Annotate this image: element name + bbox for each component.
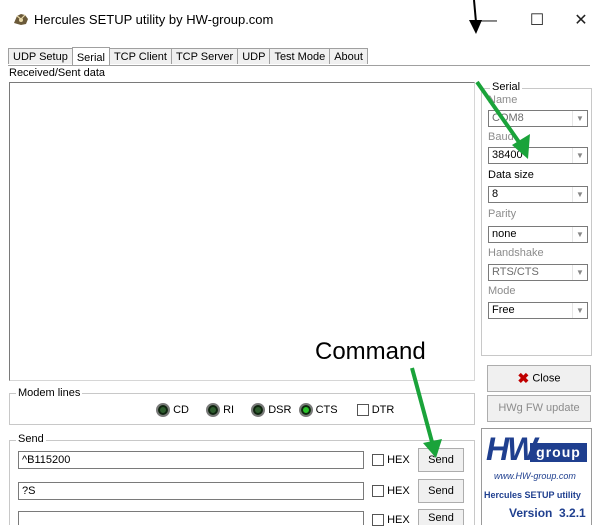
hercules-app-icon <box>14 14 28 25</box>
minimize-button[interactable]: — <box>466 8 512 34</box>
hex-option-2[interactable]: HEX <box>372 485 410 498</box>
send-button-2[interactable]: Send <box>418 479 464 503</box>
ri-label: RI <box>223 403 235 416</box>
close-window-button[interactable]: ✕ <box>558 8 597 34</box>
tab-bar: UDP Setup Serial TCP Client TCP Server UDP Te… <box>8 46 368 65</box>
received-sent-textarea[interactable] <box>9 82 475 381</box>
tab-divider <box>8 65 590 66</box>
send-button-1[interactable]: Send <box>418 448 464 472</box>
tab-udp[interactable]: UDP <box>237 48 271 64</box>
chevron-down-icon: ▼ <box>572 187 587 202</box>
hwg-logo-panel[interactable]: HW group www.HW-group.com Hercules SETUP… <box>481 428 592 525</box>
product-name: Hercules SETUP utility <box>484 490 581 500</box>
mode-combo[interactable]: Free ▼ <box>488 302 588 319</box>
command-annotation: Command <box>315 338 426 365</box>
tab-serial[interactable]: Serial <box>71 47 110 65</box>
cts-led-icon <box>298 403 313 417</box>
baud-combo[interactable]: 38400 ▼ <box>488 147 588 164</box>
parity-label: Parity <box>488 208 517 220</box>
send-button-3[interactable]: Send <box>418 509 464 525</box>
chevron-down-icon: ▼ <box>572 148 587 163</box>
hwg-url: www.HW-group.com <box>494 471 576 481</box>
hwg-logo: HW group <box>486 431 587 467</box>
tab-test-mode[interactable]: Test Mode <box>269 48 331 64</box>
hex-checkbox-1[interactable] <box>372 454 384 467</box>
data-size-label: Data size <box>488 169 534 181</box>
cd-led-icon <box>156 403 170 417</box>
version-label: Version 3.2.1 <box>509 506 586 520</box>
ri-led-icon <box>206 403 221 417</box>
dtr-checkbox[interactable] <box>356 404 369 416</box>
send-input-1[interactable]: ^B115200 <box>18 451 364 469</box>
hex-label-3: HEX <box>387 514 410 526</box>
chevron-down-icon: ▼ <box>572 265 587 280</box>
name-label: Name <box>488 94 518 106</box>
send-group-title: Send <box>16 433 46 445</box>
handshake-combo[interactable]: RTS/CTS ▼ <box>488 264 588 281</box>
handshake-label: Handshake <box>488 247 544 259</box>
tab-udp-setup[interactable]: UDP Setup <box>8 48 73 64</box>
hw-logo-text: HW <box>486 431 537 467</box>
red-x-icon: ✖ <box>517 370 530 386</box>
baud-value: 38400 <box>492 149 523 161</box>
dsr-led-icon <box>251 403 266 417</box>
data-size-value: 8 <box>492 188 499 200</box>
send-input-2[interactable]: ?S <box>18 482 364 500</box>
window-title: Hercules SETUP utility by HW-group.com <box>34 12 274 27</box>
hex-checkbox-3[interactable] <box>372 514 384 526</box>
data-size-combo[interactable]: 8 ▼ <box>488 186 588 203</box>
close-port-button[interactable]: ✖ Close <box>487 365 591 392</box>
handshake-value: RTS/CTS <box>492 266 539 278</box>
port-name-value: COM8 <box>492 112 524 124</box>
tab-tcp-client[interactable]: TCP Client <box>108 48 172 64</box>
chevron-down-icon: ▼ <box>572 303 587 318</box>
cd-label: CD <box>173 403 189 416</box>
hex-option-3[interactable]: HEX <box>372 514 410 526</box>
hex-label-2: HEX <box>387 485 410 497</box>
port-name-combo[interactable]: COM8 ▼ <box>488 110 588 127</box>
modem-line-indicators: CD RI DSR CTS DTR <box>156 403 394 417</box>
mode-label: Mode <box>488 285 516 297</box>
modem-lines-title: Modem lines <box>16 387 83 399</box>
received-sent-label: Received/Sent data <box>9 67 106 79</box>
close-port-label: Close <box>532 372 561 385</box>
maximize-button[interactable]: ☐ <box>514 8 560 34</box>
cts-label: CTS <box>315 403 338 416</box>
tab-tcp-server[interactable]: TCP Server <box>170 48 239 64</box>
parity-combo[interactable]: none ▼ <box>488 226 588 243</box>
parity-value: none <box>492 228 517 240</box>
hex-checkbox-2[interactable] <box>372 485 384 498</box>
group-logo-text: group <box>530 443 587 462</box>
baud-label: Baud <box>488 131 514 143</box>
chevron-down-icon: ▼ <box>572 111 587 126</box>
chevron-down-icon: ▼ <box>572 227 587 242</box>
serial-group-title: Serial <box>490 81 523 93</box>
send-input-3[interactable] <box>18 511 364 525</box>
dsr-label: DSR <box>268 403 292 416</box>
dtr-label: DTR <box>371 403 395 416</box>
title-bar[interactable]: Hercules SETUP utility by HW-group.com —… <box>0 0 597 38</box>
hwg-fw-update-button[interactable]: HWg FW update <box>487 395 591 422</box>
mode-value: Free <box>492 304 515 316</box>
hex-option-1[interactable]: HEX <box>372 454 410 467</box>
hex-label-1: HEX <box>387 454 410 466</box>
tab-about[interactable]: About <box>329 48 368 64</box>
